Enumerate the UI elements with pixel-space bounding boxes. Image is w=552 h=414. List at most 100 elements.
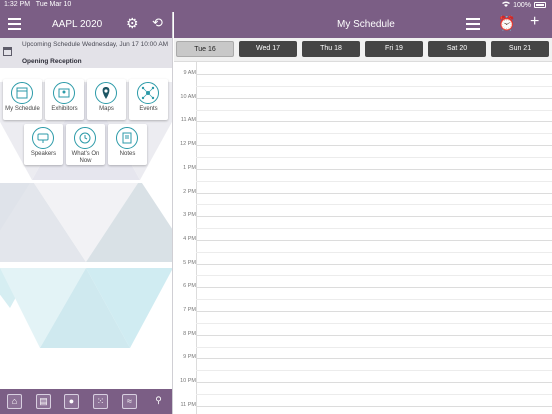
time-label: 12 PM xyxy=(180,141,196,148)
upcoming-schedule-banner[interactable]: Upcoming Schedule Wednesday, Jun 17 10:0… xyxy=(0,38,172,68)
hour-line xyxy=(196,97,552,99)
alarm-clock-icon[interactable]: ⏰ xyxy=(498,15,515,31)
hour-line xyxy=(196,287,552,289)
tile-label: Notes xyxy=(119,151,136,157)
app-title: AAPL 2020 xyxy=(52,19,103,30)
left-header: AAPL 2020 ⚙ ⟲ xyxy=(0,12,172,38)
network-icon xyxy=(137,82,159,104)
gear-icon[interactable]: ⚙ xyxy=(126,16,139,30)
day-selector: Tue 16 Wed 17 Thu 18 Fri 19 Sat 20 Sun 2… xyxy=(174,38,552,62)
hour-line xyxy=(196,145,552,147)
half-hour-line xyxy=(196,109,552,111)
day-tab-sat-20[interactable]: Sat 20 xyxy=(428,41,486,57)
day-tab-thu-18[interactable]: Thu 18 xyxy=(302,41,360,57)
notes-icon xyxy=(116,127,138,149)
wifi-icon xyxy=(502,1,511,9)
half-hour-line xyxy=(196,133,552,135)
hour-line xyxy=(196,405,552,407)
tile-label: Events xyxy=(139,106,158,112)
status-right: 100% xyxy=(502,1,546,9)
half-hour-line xyxy=(196,370,552,372)
plus-icon[interactable]: + xyxy=(530,14,539,30)
app-window: 1:32 PM Tue Mar 10 100% AAPL 2020 ⚙ ⟲ Up… xyxy=(0,0,552,414)
tile-label: Maps xyxy=(99,106,114,112)
right-header: My Schedule ⏰ + xyxy=(174,12,552,38)
hour-line xyxy=(196,334,552,336)
tile-label: My Schedule xyxy=(5,106,40,112)
time-label: 4 PM xyxy=(183,235,196,242)
page-title: My Schedule xyxy=(337,19,395,30)
tile-exhibitors[interactable]: Exhibitors xyxy=(45,79,84,120)
list-icon[interactable] xyxy=(466,18,480,30)
time-label: 10 PM xyxy=(180,378,196,385)
calendar-icon xyxy=(3,47,12,56)
exhibitors-icon xyxy=(53,82,75,104)
time-label: 11 PM xyxy=(180,401,197,408)
time-label: 10 AM xyxy=(180,93,196,100)
day-time-grid[interactable]: 9 AM 10 AM 11 AM 12 PM 1 PM 2 PM 3 PM 4 PM 5 PM 6… xyxy=(174,62,552,414)
tile-my-schedule[interactable]: My Schedule xyxy=(3,79,42,120)
time-label: 9 AM xyxy=(183,70,196,76)
map-pin-icon[interactable]: ● xyxy=(64,394,79,409)
tile-label: Exhibitors xyxy=(51,106,78,112)
battery-icon xyxy=(534,2,546,8)
bottom-tab-bar: ⌂ ▤ ● ⁙ ≈ ⚲ xyxy=(0,389,172,414)
tile-speakers[interactable]: Speakers xyxy=(24,124,63,165)
time-label: 11 AM xyxy=(180,117,196,124)
half-hour-line xyxy=(196,85,552,87)
upcoming-text: Upcoming Schedule Wednesday, Jun 17 10:0… xyxy=(22,41,169,48)
half-hour-line xyxy=(196,156,552,158)
home-icon[interactable]: ⌂ xyxy=(7,394,22,409)
chart-icon[interactable]: ≈ xyxy=(122,394,137,409)
hour-line xyxy=(196,311,552,312)
refresh-icon[interactable]: ⟲ xyxy=(152,16,163,30)
tile-notes[interactable]: Notes xyxy=(108,124,147,165)
day-tab-fri-19[interactable]: Fri 19 xyxy=(365,41,423,57)
half-hour-line xyxy=(196,393,552,395)
day-tab-wed-17[interactable]: Wed 17 xyxy=(239,41,297,57)
hour-line xyxy=(196,239,552,241)
time-label: 6 PM xyxy=(183,283,196,290)
half-hour-line xyxy=(196,204,552,206)
hour-line xyxy=(196,382,552,384)
day-tab-tue-16[interactable]: Tue 16 xyxy=(176,41,234,57)
tile-whats-on-now[interactable]: What's On Now xyxy=(66,124,105,165)
tile-label: What's On Now xyxy=(71,151,100,164)
tile-events[interactable]: Events xyxy=(129,79,168,120)
grid-icon[interactable]: ⁙ xyxy=(93,394,108,409)
tile-label: Speakers xyxy=(30,151,57,157)
map-pin-icon xyxy=(95,82,117,104)
hour-line xyxy=(196,192,552,194)
tile-maps[interactable]: Maps xyxy=(87,79,126,120)
hour-line xyxy=(196,121,552,123)
half-hour-line xyxy=(196,322,552,324)
time-label: 3 PM xyxy=(183,212,196,219)
battery-percent: 100% xyxy=(513,1,531,9)
time-label: 2 PM xyxy=(183,188,196,195)
time-label: 5 PM xyxy=(183,259,196,266)
schedule-panel: My Schedule ⏰ + Tue 16 Wed 17 Thu 18 Fri… xyxy=(174,12,552,414)
speakers-icon xyxy=(32,127,54,149)
status-bar: 1:32 PM Tue Mar 10 100% xyxy=(0,0,552,12)
half-hour-line xyxy=(196,180,552,182)
hour-line xyxy=(196,263,552,265)
hour-line xyxy=(196,216,552,218)
hour-line xyxy=(196,168,552,170)
half-hour-line xyxy=(196,346,552,348)
calendar-icon xyxy=(11,82,33,104)
time-gutter-divider xyxy=(196,62,197,414)
day-tab-sun-21[interactable]: Sun 21 xyxy=(491,41,549,57)
upcoming-event: Opening Reception xyxy=(22,58,82,65)
exhibitors-icon[interactable]: ▤ xyxy=(36,394,51,409)
half-hour-line xyxy=(196,275,552,277)
time-label: 7 PM xyxy=(183,307,196,313)
search-icon[interactable]: ⚲ xyxy=(151,394,166,409)
status-time: 1:32 PM xyxy=(4,1,31,8)
status-time-date: 1:32 PM Tue Mar 10 xyxy=(4,1,71,8)
half-hour-line xyxy=(196,299,552,301)
status-date: Tue Mar 10 xyxy=(35,1,72,8)
hamburger-icon[interactable] xyxy=(8,18,21,30)
half-hour-line xyxy=(196,251,552,253)
clock-icon xyxy=(74,127,96,149)
half-hour-line xyxy=(196,228,552,230)
